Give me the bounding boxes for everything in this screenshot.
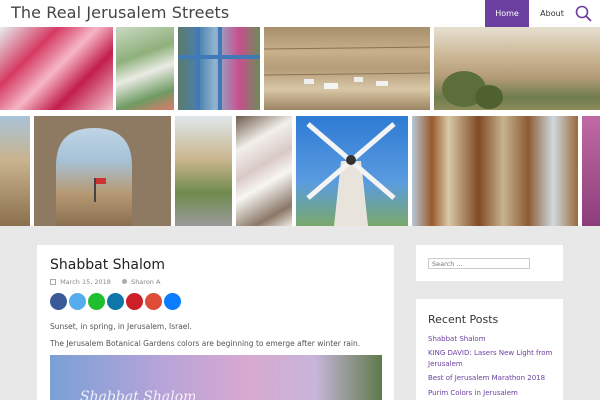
post-image[interactable]: Shabbat Shalom [50, 355, 382, 400]
search-icon-glyph [575, 5, 592, 22]
recent-post-link[interactable]: Shabbat Shalom [428, 334, 553, 345]
recent-post-link[interactable]: Purim Colors in Jerusalem [428, 388, 553, 399]
recent-posts-widget: Recent Posts Shabbat Shalom KING DAVID: … [416, 299, 563, 400]
photo-blue-gate [178, 27, 260, 110]
post-paragraph: Sunset, in spring, in Jerusalem, Israel. [50, 322, 192, 331]
walls-trees [442, 71, 503, 109]
post-paragraph: The Jerusalem Botanical Gardens colors a… [50, 339, 361, 348]
photo-old-city-walls [434, 27, 600, 110]
pinterest-share-icon[interactable] [126, 293, 143, 310]
nav-about[interactable]: About [534, 0, 570, 27]
search-icon[interactable] [574, 4, 594, 24]
photo-bamboo [412, 116, 578, 226]
photo-tower-of-david [175, 116, 232, 226]
post-title[interactable]: Shabbat Shalom [50, 257, 165, 273]
site-title[interactable]: The Real Jerusalem Streets [11, 3, 229, 22]
photo-tulips [0, 27, 113, 110]
site-header: The Real Jerusalem Streets Home About [0, 0, 600, 27]
whatsapp-share-icon[interactable] [88, 293, 105, 310]
photo-windmill [296, 116, 408, 226]
post-date[interactable]: March 15, 2018 [60, 278, 111, 286]
calendar-icon [50, 279, 56, 285]
messenger-share-icon[interactable] [164, 293, 181, 310]
photo-western-wall [264, 27, 430, 110]
nav-home[interactable]: Home [485, 0, 529, 27]
user-icon [121, 279, 127, 284]
google-plus-share-icon[interactable] [145, 293, 162, 310]
sidebar-search-input[interactable] [428, 258, 530, 269]
windmill-shape [306, 122, 396, 226]
sidebar-search-widget [416, 245, 563, 281]
photo-pink-flowers [582, 116, 600, 226]
recent-post-link[interactable]: KING DAVID: Lasers New Light from Jerusa… [428, 348, 553, 370]
post-image-caption: Shabbat Shalom [80, 389, 197, 400]
linkedin-share-icon[interactable] [107, 293, 124, 310]
gate-bars [178, 27, 260, 110]
post-meta: March 15, 2018 Sharon A [50, 278, 160, 286]
post-author[interactable]: Sharon A [131, 278, 160, 286]
recent-post-link[interactable]: Best of Jerusalem Marathon 2018 [428, 373, 553, 384]
twitter-share-icon[interactable] [69, 293, 86, 310]
header-photo-mosaic [0, 0, 600, 226]
photo-stone-arch [34, 116, 171, 226]
arch-shape [34, 116, 171, 226]
photo-almond-blossoms [236, 116, 292, 226]
recent-posts-title: Recent Posts [428, 313, 499, 326]
post-card: Shabbat Shalom March 15, 2018 Sharon A S… [37, 245, 394, 400]
wall-notes [264, 46, 430, 89]
photo-minaret [0, 116, 30, 226]
facebook-share-icon[interactable] [50, 293, 67, 310]
photo-cactus-flowers [116, 27, 174, 110]
